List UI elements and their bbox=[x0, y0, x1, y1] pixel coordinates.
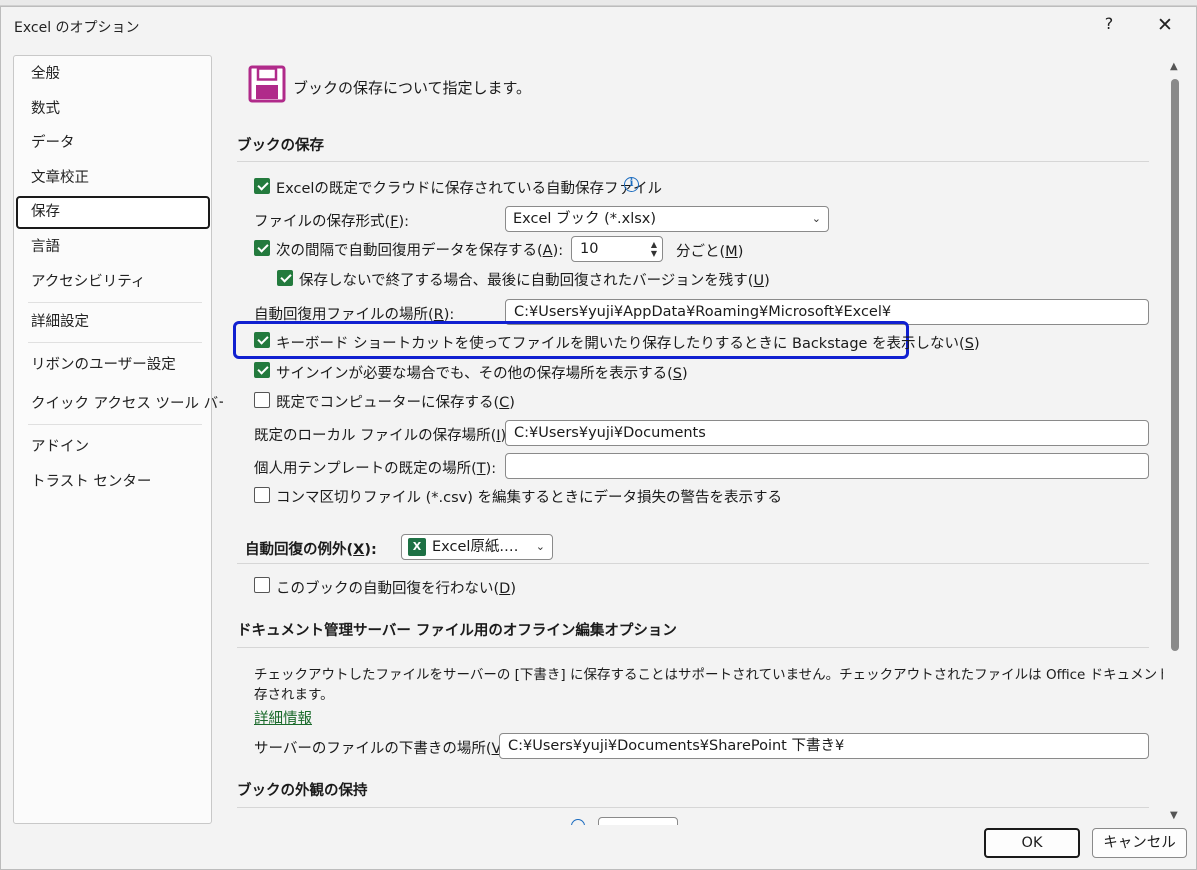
sidebar-item-advanced[interactable]: 詳細設定 bbox=[16, 306, 210, 339]
autorecover-exceptions-label: 自動回復の例外(X): bbox=[245, 542, 377, 558]
sidebar-item-general[interactable]: 全般 bbox=[16, 58, 210, 91]
autorecover-interval-checkbox[interactable] bbox=[254, 240, 270, 256]
csv-warning-label: コンマ区切りファイル (*.csv) を編集するときにデータ損失の警告を表示する bbox=[276, 490, 782, 506]
autorecover-minutes-stepper[interactable]: 10 ▲ ▼ bbox=[571, 236, 663, 262]
content-scrollbar[interactable]: ▲ ▼ bbox=[1165, 55, 1185, 825]
options-sidebar: 全般 数式 データ 文章校正 保存 言語 アクセシビリティ 詳細設定 リボンのユ… bbox=[13, 55, 233, 824]
options-content-pane: ブックの保存について指定します。 ブックの保存 Excelの既定でクラウドに保存… bbox=[223, 55, 1163, 825]
offline-description-line1: チェックアウトしたファイルをサーバーの [下書き] に保存することはサポートされ… bbox=[254, 667, 1163, 683]
file-format-label: ファイルの保存形式(F): bbox=[254, 214, 410, 230]
sidebar-item-trust-center[interactable]: トラスト センター bbox=[16, 466, 210, 499]
autosave-cloud-label: Excelの既定でクラウドに保存されている自動保存ファイル bbox=[276, 181, 662, 197]
more-info-link[interactable]: 詳細情報 bbox=[254, 707, 312, 728]
drafts-location-input[interactable]: C:¥Users¥yuji¥Documents¥SharePoint 下書き¥ bbox=[499, 733, 1149, 759]
sidebar-item-addins[interactable]: アドイン bbox=[16, 431, 210, 464]
colors-button-partial[interactable] bbox=[598, 817, 678, 825]
section-divider bbox=[237, 563, 1149, 564]
save-to-computer-checkbox[interactable] bbox=[254, 392, 270, 408]
offline-description-line2: 存されます。 bbox=[254, 687, 334, 703]
spin-up-icon[interactable]: ▲ bbox=[651, 241, 657, 249]
sidebar-divider bbox=[28, 302, 202, 303]
section-title-appearance: ブックの外観の保持 bbox=[237, 783, 368, 799]
help-button[interactable]: ? bbox=[1099, 13, 1119, 35]
section-divider bbox=[237, 807, 1149, 808]
section-divider bbox=[237, 161, 1149, 162]
section-divider bbox=[237, 647, 1149, 648]
sidebar-divider bbox=[28, 424, 202, 425]
sidebar-item-language[interactable]: 言語 bbox=[16, 231, 210, 264]
cancel-button[interactable]: キャンセル bbox=[1092, 828, 1187, 858]
csv-warning-checkbox[interactable] bbox=[254, 487, 270, 503]
disable-autorecover-label: このブックの自動回復を行わない(D) bbox=[276, 581, 516, 597]
disable-autorecover-checkbox[interactable] bbox=[254, 577, 270, 593]
spin-down-icon[interactable]: ▼ bbox=[651, 250, 657, 258]
sidebar-item-customize-ribbon[interactable]: リボンのユーザー設定 bbox=[16, 349, 210, 382]
scroll-up-icon[interactable]: ▲ bbox=[1170, 61, 1178, 72]
save-floppy-icon bbox=[248, 65, 286, 103]
excel-icon: X bbox=[408, 538, 426, 556]
scroll-down-icon[interactable]: ▼ bbox=[1170, 810, 1178, 821]
chevron-down-icon: ⌄ bbox=[811, 212, 821, 225]
info-icon bbox=[571, 819, 585, 825]
sidebar-item-quick-access-toolbar[interactable]: クイック アクセス ツール バー bbox=[16, 388, 233, 421]
show-other-locations-checkbox[interactable] bbox=[254, 362, 270, 378]
show-other-locations-label: サインインが必要な場合でも、その他の保存場所を表示する(S) bbox=[276, 366, 688, 382]
drafts-location-label: サーバーのファイルの下書きの場所(V): bbox=[254, 741, 512, 757]
autosave-cloud-checkbox[interactable] bbox=[254, 178, 270, 194]
sidebar-item-data[interactable]: データ bbox=[16, 127, 210, 160]
no-backstage-checkbox[interactable] bbox=[254, 332, 270, 348]
default-local-location-label: 既定のローカル ファイルの保存場所(I): bbox=[254, 428, 511, 444]
close-button[interactable]: ✕ bbox=[1153, 13, 1177, 37]
scrollbar-thumb[interactable] bbox=[1171, 79, 1179, 651]
sidebar-divider bbox=[28, 342, 202, 343]
keep-last-version-label: 保存しないで終了する場合、最後に自動回復されたバージョンを残す(U) bbox=[299, 273, 770, 289]
info-icon[interactable]: i bbox=[624, 177, 639, 192]
header-description: ブックの保存について指定します。 bbox=[293, 79, 532, 97]
personal-template-location-input[interactable] bbox=[505, 453, 1149, 479]
sidebar-item-save[interactable]: 保存 bbox=[16, 196, 210, 229]
keep-last-version-checkbox[interactable] bbox=[277, 270, 293, 286]
chevron-down-icon: ⌄ bbox=[535, 540, 545, 553]
personal-template-location-label: 個人用テンプレートの既定の場所(T): bbox=[254, 461, 497, 477]
no-backstage-label: キーボード ショートカットを使ってファイルを開いたり保存したりするときに Bac… bbox=[276, 336, 980, 352]
ok-button[interactable]: OK bbox=[984, 828, 1080, 858]
autorecover-minutes-value: 10 bbox=[580, 241, 599, 257]
sidebar-item-accessibility[interactable]: アクセシビリティ bbox=[16, 266, 210, 299]
section-title-save-workbooks: ブックの保存 bbox=[237, 138, 324, 154]
section-title-offline-editing: ドキュメント管理サーバー ファイル用のオフライン編集オプション bbox=[237, 623, 677, 639]
autorecover-workbook-dropdown[interactable]: X Excel原紙.… ⌄ bbox=[401, 534, 553, 560]
file-format-value: Excel ブック (*.xlsx) bbox=[513, 211, 657, 227]
sidebar-item-proofing[interactable]: 文章校正 bbox=[16, 162, 210, 195]
file-format-dropdown[interactable]: Excel ブック (*.xlsx) ⌄ bbox=[505, 206, 829, 232]
sidebar-item-formulas[interactable]: 数式 bbox=[16, 93, 210, 126]
dialog-title: Excel のオプション bbox=[14, 20, 140, 36]
default-local-location-input[interactable]: C:¥Users¥yuji¥Documents bbox=[505, 420, 1149, 446]
minutes-unit-label: 分ごと(M) bbox=[676, 244, 744, 260]
excel-options-dialog: Excel のオプション ? ✕ 全般 数式 データ 文章校正 保存 言語 アク… bbox=[0, 6, 1197, 870]
save-to-computer-label: 既定でコンピューターに保存する(C) bbox=[276, 395, 515, 411]
autorecover-workbook-value: Excel原紙.… bbox=[432, 539, 519, 555]
autorecover-interval-label: 次の間隔で自動回復用データを保存する(A): bbox=[276, 243, 564, 259]
